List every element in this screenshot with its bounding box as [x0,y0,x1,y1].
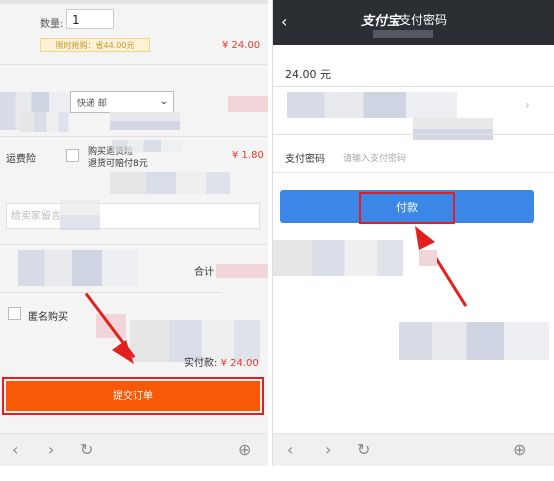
shipping-method-value: 快递 邮 [77,99,107,109]
chevron-down-icon: ⌄ [159,96,168,107]
payment-password-screen: ‹ 支付宝 支付密码 24.00 元 › 支付密码 请输入支付密码 付款 ‹ ›… [272,0,554,466]
back-arrow-icon[interactable]: ‹ [281,12,287,31]
quantity-label: 数量: [40,19,64,30]
divider [0,64,268,65]
anonymous-checkbox[interactable] [8,307,21,320]
actual-payment-value: ¥ 24.00 [220,358,259,369]
password-input[interactable]: 请输入支付密码 [343,151,406,164]
actual-payment: 实付款: ¥ 24.00 [184,354,259,369]
page-title: 支付密码 [399,13,448,27]
blurred-content [228,96,268,112]
quantity-input[interactable]: 1 [66,9,114,29]
blurred-content [60,200,100,230]
forward-icon[interactable]: › [325,440,331,459]
divider [0,244,268,245]
add-tab-icon[interactable]: ⊕ [513,440,526,459]
status-bar [0,0,268,4]
browser-nav-bar: ‹ › ↻ ⊕ [0,433,268,466]
pay-button-highlight: 付款 [359,192,455,224]
pay-button-label[interactable]: 付款 [361,194,453,222]
chevron-right-icon[interactable]: › [525,98,530,112]
alipay-logo: 支付宝 [361,14,401,29]
blurred-content [419,250,437,266]
add-tab-icon[interactable]: ⊕ [238,440,251,459]
annotation-arrowhead [112,340,134,364]
divider [0,292,222,293]
submit-order-highlight: 提交订单 [2,377,264,415]
blurred-content [216,264,268,278]
anonymous-purchase-label: 匿名购买 [28,312,68,323]
blurred-content [413,118,493,140]
item-price: ¥ 24.00 [222,40,261,51]
divider [273,172,554,173]
total-label: 合计 [194,267,214,278]
shipping-insurance-desc-line2: 退货可赔付8元 [88,159,148,169]
blurred-content [110,112,180,130]
header-bar: ‹ 支付宝 支付密码 [273,0,554,45]
blurred-content [399,322,549,360]
actual-payment-label: 实付款: [184,358,221,369]
password-label: 支付密码 [285,154,325,165]
divider [0,136,268,137]
shipping-insurance-label: 运费险 [6,154,36,165]
order-confirmation-screen: 数量: 1 限时抢购：省44.00元 ¥ 24.00 快递 邮 ⌄ 运费险 购买… [0,0,268,466]
promo-badge: 限时抢购：省44.00元 [40,38,150,52]
payment-amount: 24.00 元 [285,68,331,81]
message-to-seller-input[interactable]: 给卖家留言 [6,203,260,229]
shipping-method-select[interactable]: 快递 邮 ⌄ [70,91,174,113]
blurred-content [373,30,433,38]
blurred-content [20,112,68,132]
shipping-insurance-checkbox[interactable] [66,149,79,162]
blurred-content [18,250,138,286]
shipping-insurance-price: ¥ 1.80 [232,150,264,161]
blurred-content [112,140,182,152]
browser-nav-bar: ‹ › ↻ ⊕ [273,433,554,466]
blurred-content [273,240,403,276]
blurred-content [110,172,230,194]
blurred-content [287,92,457,118]
divider [273,134,554,135]
annotation-arrow [431,252,468,307]
refresh-icon[interactable]: ↻ [80,440,93,459]
refresh-icon[interactable]: ↻ [357,440,370,459]
submit-order-button[interactable]: 提交订单 [6,381,260,411]
back-icon[interactable]: ‹ [12,440,18,459]
forward-icon[interactable]: › [48,440,54,459]
divider [273,86,554,87]
back-icon[interactable]: ‹ [287,440,293,459]
